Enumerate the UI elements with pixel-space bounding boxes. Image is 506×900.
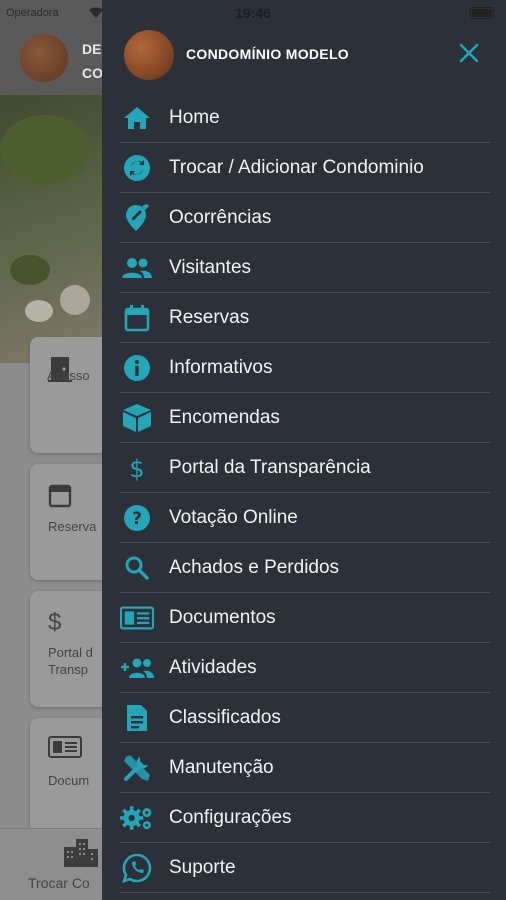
condominium-name: CONDOMÍNIO MODELO [186,46,349,62]
menu-item-label: Portal da Transparência [169,456,371,478]
svg-text:?: ? [132,509,142,529]
menu-item-label: Classificados [169,706,281,728]
background-bottom-tab-label: Trocar Co [28,875,90,891]
menu-item-settings[interactable]: Configurações [120,793,490,843]
condominium-avatar[interactable] [124,30,174,80]
menu-item-packages[interactable]: Encomendas [120,393,490,443]
battery-icon [470,7,494,19]
menu-item-activities[interactable]: Atividades [120,643,490,693]
menu-item-label: Informativos [169,356,273,378]
package-icon [120,401,154,435]
calendar-icon [120,301,154,335]
menu-item-visitors[interactable]: Visitantes [120,243,490,293]
background-avatar [20,34,68,82]
document-icon [48,736,82,764]
background-card-label: Portal d Transp [48,645,93,677]
status-time: 19:46 [235,5,271,21]
classified-icon [120,701,154,735]
settings-icon [120,801,154,835]
whatsapp-icon [120,851,154,885]
menu-item-label: Configurações [169,806,292,828]
help-icon: ? [120,501,154,535]
menu-item-transparency-portal[interactable]: $ Portal da Transparência [120,443,490,493]
menu-item-online-voting[interactable]: ? Votação Online [120,493,490,543]
calendar-icon [48,482,72,514]
menu-item-maintenance[interactable]: Manutenção [120,743,490,793]
menu-item-classifieds[interactable]: Classificados [120,693,490,743]
menu-item-label: Suporte [169,856,236,878]
group-add-icon [120,651,154,685]
menu-item-label: Ocorrências [169,206,272,228]
menu-item-label: Votação Online [169,506,298,528]
background-header-line1: DE [82,41,102,57]
menu-item-label: Documentos [169,606,276,628]
menu-item-lost-and-found[interactable]: Achados e Perdidos [120,543,490,593]
menu-item-label: Reservas [169,306,250,328]
drawer-menu: Home Trocar / Adicionar Condominio Ocorr… [120,93,490,893]
tools-icon [120,751,154,785]
navigation-drawer: CONDOMÍNIO MODELO Home Trocar / Adiciona… [102,0,506,900]
menu-item-label: Trocar / Adicionar Condominio [169,156,424,178]
menu-item-label: Home [169,106,220,128]
background-header-line2: CO [82,65,103,81]
location-edit-icon [120,201,154,235]
close-icon[interactable] [456,40,482,66]
background-card-label: Docum [48,773,90,788]
svg-text:$: $ [129,455,144,482]
menu-item-reservations[interactable]: Reservas [120,293,490,343]
menu-item-support[interactable]: Suporte [120,843,490,893]
background-card-label: Acesso [47,368,90,383]
menu-item-label: Encomendas [169,406,280,428]
menu-item-home[interactable]: Home [120,93,490,143]
status-bar: Operadora 19:46 [0,0,506,28]
menu-item-occurrences[interactable]: Ocorrências [120,193,490,243]
menu-item-label: Atividades [169,656,257,678]
menu-item-news[interactable]: Informativos [120,343,490,393]
swap-icon [120,151,154,185]
home-icon [120,101,154,135]
background-card-label: Reserva [48,519,97,534]
menu-item-label: Manutenção [169,756,274,778]
info-icon [120,351,154,385]
menu-item-label: Achados e Perdidos [169,556,340,578]
dollar-icon: $ [48,609,62,636]
people-icon [120,251,154,285]
menu-item-label: Visitantes [169,256,252,278]
document-icon [120,601,154,635]
buildings-icon [62,837,100,872]
menu-item-switch-condominium[interactable]: Trocar / Adicionar Condominio [120,143,490,193]
dollar-icon: $ [120,451,154,485]
menu-item-documents[interactable]: Documentos [120,593,490,643]
search-icon [120,551,154,585]
